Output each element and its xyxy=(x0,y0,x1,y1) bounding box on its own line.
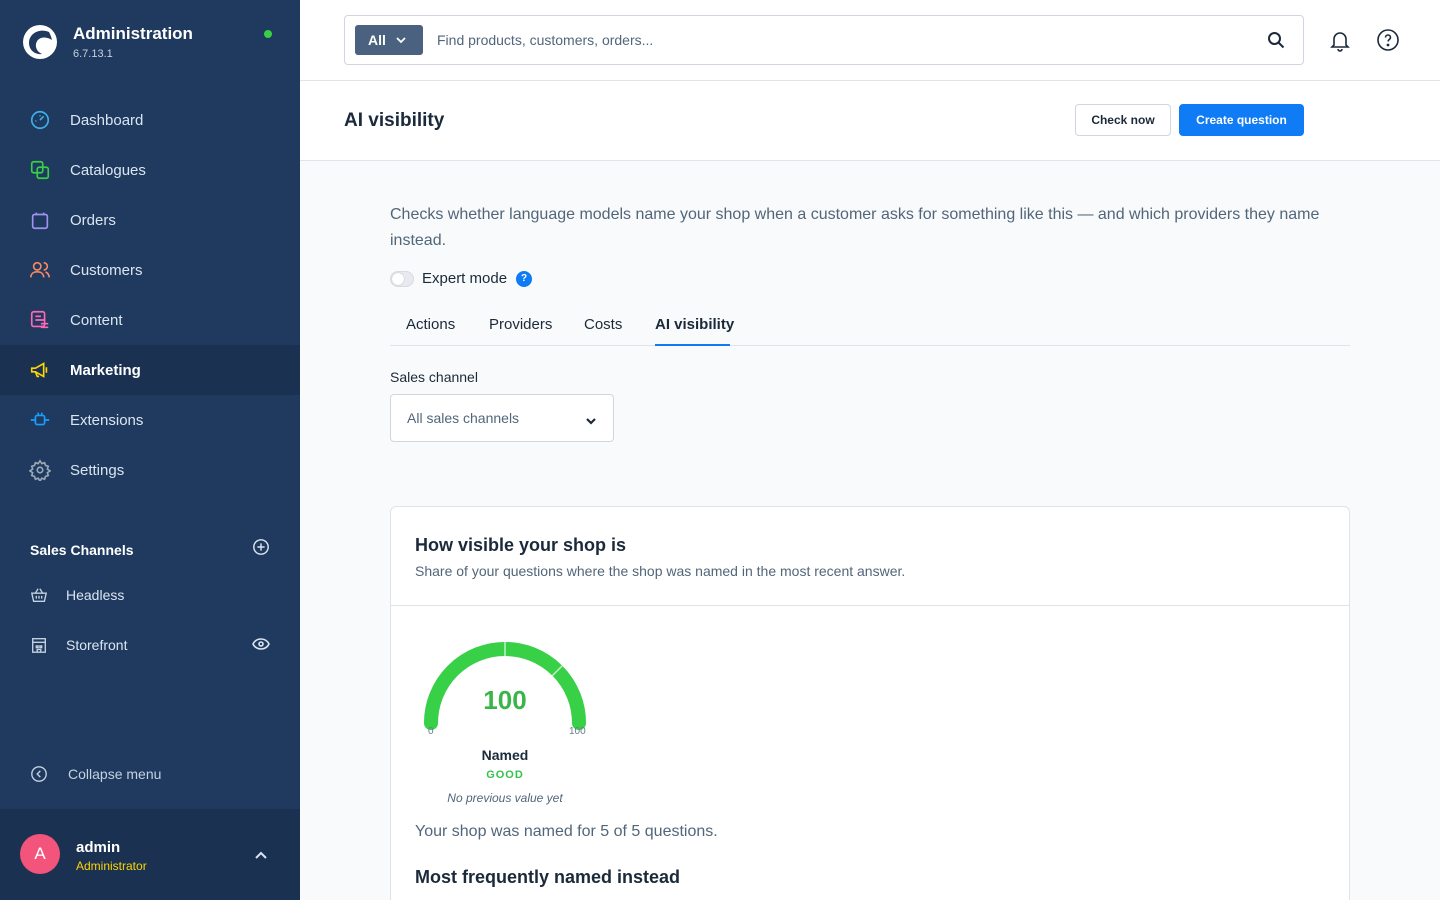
app-version: 6.7.13.1 xyxy=(73,48,113,60)
nav-label: Customers xyxy=(70,261,143,279)
eye-icon[interactable] xyxy=(252,637,270,654)
megaphone-icon xyxy=(28,358,52,382)
card-title: How visible your shop is xyxy=(415,535,627,555)
sales-channel-label: Storefront xyxy=(66,637,128,653)
gear-icon xyxy=(28,458,52,482)
brand[interactable]: Administration 6.7.13.1 xyxy=(22,24,193,60)
nav-label: Content xyxy=(70,311,123,329)
gauge-min-label: 0 xyxy=(428,726,434,737)
gauge-value: 100 xyxy=(483,685,527,715)
chevron-left-circle-icon xyxy=(31,766,47,782)
active-tab-indicator xyxy=(655,344,730,346)
visibility-card: How visible your shop is Share of your q… xyxy=(390,506,1350,900)
user-menu[interactable]: A admin Administrator xyxy=(0,809,300,900)
gauge-max-label: 100 xyxy=(569,726,586,737)
nav-item-settings[interactable]: Settings xyxy=(0,445,300,495)
search-type-label: All xyxy=(368,32,386,48)
divider xyxy=(391,605,1349,606)
tab-costs[interactable]: Costs xyxy=(584,316,622,333)
main-nav: Dashboard Catalogues Orders Customers Co… xyxy=(0,95,300,495)
bell-icon[interactable] xyxy=(1328,28,1352,57)
expert-mode-label: Expert mode xyxy=(422,270,508,287)
sales-channel-select-value: All sales channels xyxy=(407,410,520,426)
nav-item-customers[interactable]: Customers xyxy=(0,245,300,295)
collapse-menu-label: Collapse menu xyxy=(68,766,162,782)
help-icon[interactable] xyxy=(1376,28,1400,57)
sales-channel-label: Headless xyxy=(66,587,125,603)
sales-channel-label: Sales channel xyxy=(390,369,478,385)
chevron-down-icon xyxy=(396,36,406,43)
check-now-button[interactable]: Check now xyxy=(1075,104,1171,136)
collapse-menu-button[interactable]: Collapse menu xyxy=(30,765,161,783)
metric-previous-value: No previous value yet xyxy=(447,791,563,805)
add-sales-channel-icon[interactable] xyxy=(252,538,270,561)
card-subtitle: Share of your questions where the shop w… xyxy=(415,563,906,579)
nav-label: Catalogues xyxy=(70,161,146,179)
create-question-button[interactable]: Create question xyxy=(1179,104,1304,136)
global-search: All xyxy=(344,15,1304,65)
chevron-up-icon[interactable] xyxy=(254,847,268,865)
nav-label: Marketing xyxy=(70,361,141,379)
sales-channel-headless[interactable]: Headless xyxy=(0,570,300,620)
dashboard-icon xyxy=(28,108,52,132)
nav-item-orders[interactable]: Orders xyxy=(0,195,300,245)
customers-icon xyxy=(28,258,52,282)
orders-bag-icon xyxy=(28,208,52,232)
catalogue-icon xyxy=(28,158,52,182)
nav-label: Dashboard xyxy=(70,111,144,129)
app-title: Administration xyxy=(73,24,193,43)
expert-mode: Expert mode ? xyxy=(390,270,533,287)
sales-channel-list: Headless Storefront xyxy=(0,570,300,670)
tab-actions[interactable]: Actions xyxy=(406,316,455,333)
nav-item-extensions[interactable]: Extensions xyxy=(0,395,300,445)
shopware-logo-icon xyxy=(23,25,57,59)
basket-icon xyxy=(30,583,48,607)
tab-providers[interactable]: Providers xyxy=(489,316,552,333)
search-icon[interactable] xyxy=(1267,31,1285,54)
page-description: Checks whether language models name your… xyxy=(390,206,1320,249)
sales-channel-select[interactable]: All sales channels xyxy=(390,394,614,442)
plug-icon xyxy=(28,408,52,432)
storefront-icon xyxy=(30,633,48,657)
visibility-summary: Your shop was named for 5 of 5 questions… xyxy=(415,823,718,840)
nav-item-catalogues[interactable]: Catalogues xyxy=(0,145,300,195)
nav-item-content[interactable]: Content xyxy=(0,295,300,345)
search-type-dropdown[interactable]: All xyxy=(355,25,423,55)
online-status-dot xyxy=(264,30,272,38)
top-bar: All xyxy=(300,0,1440,81)
sales-channels-header: Sales Channels xyxy=(30,538,270,561)
nav-label: Settings xyxy=(70,461,125,479)
user-role: Administrator xyxy=(76,859,147,873)
expert-mode-toggle[interactable] xyxy=(390,270,414,287)
nav-label: Orders xyxy=(70,211,116,229)
nav-label: Extensions xyxy=(70,411,144,429)
named-instead-heading: Most frequently named instead xyxy=(415,867,681,887)
page-title: AI visibility xyxy=(344,110,445,131)
nav-item-marketing[interactable]: Marketing xyxy=(0,345,300,395)
metric-rating: GOOD xyxy=(486,769,524,781)
search-input[interactable] xyxy=(437,28,1237,52)
sales-channels-title: Sales Channels xyxy=(30,541,134,558)
metric-name: Named xyxy=(481,747,529,763)
user-name: admin xyxy=(76,839,121,856)
tab-ai-visibility[interactable]: AI visibility xyxy=(655,316,734,333)
help-question-icon[interactable]: ? xyxy=(516,270,533,287)
chevron-down-icon xyxy=(585,413,597,431)
tab-bar: Actions Providers Costs AI visibility xyxy=(390,306,1350,346)
nav-item-dashboard[interactable]: Dashboard xyxy=(0,95,300,145)
page-header: AI visibility Check now Create question xyxy=(300,81,1440,161)
sales-channel-storefront[interactable]: Storefront xyxy=(0,620,300,670)
content-icon xyxy=(28,308,52,332)
avatar: A xyxy=(20,834,60,874)
sidebar: Administration 6.7.13.1 Dashboard Catalo… xyxy=(0,0,300,900)
